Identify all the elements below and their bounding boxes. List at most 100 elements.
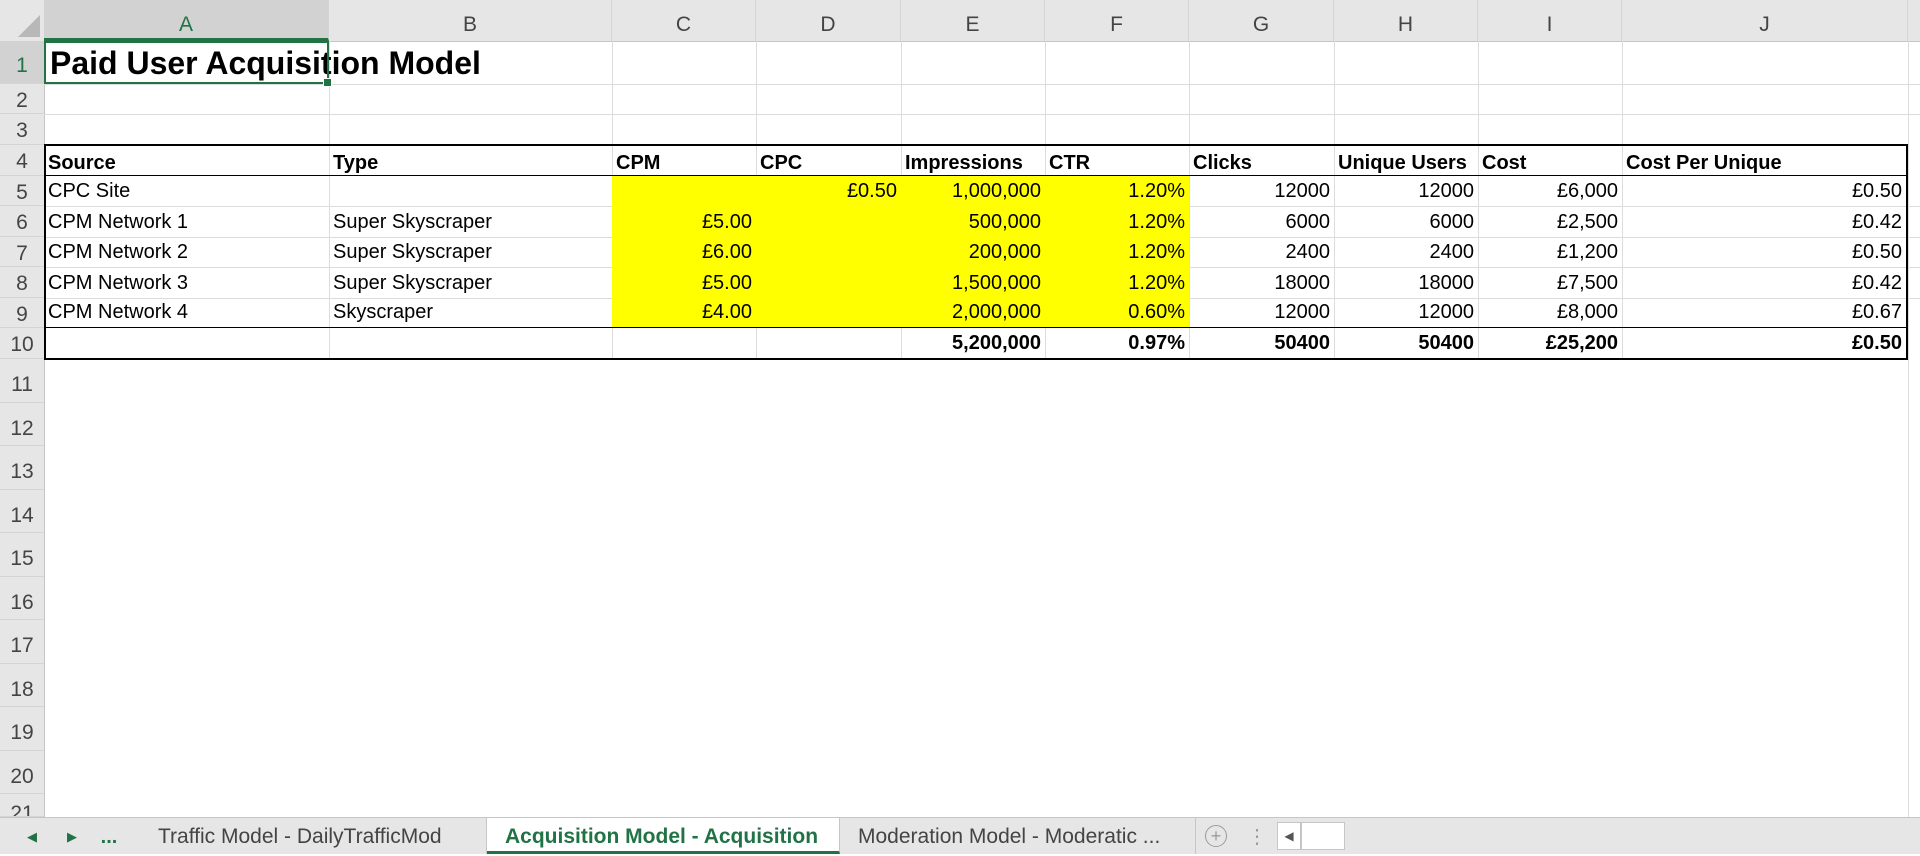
column-header-C[interactable]: C: [612, 0, 756, 41]
row-header-19[interactable]: 19: [0, 707, 44, 751]
cell-ctr[interactable]: 1.20%: [1045, 268, 1189, 298]
row-header-11[interactable]: 11: [0, 359, 44, 403]
header-source[interactable]: Source: [44, 146, 329, 175]
column-header-E[interactable]: E: [901, 0, 1045, 41]
header-type[interactable]: Type: [329, 146, 612, 175]
cell-clicks[interactable]: 12000: [1189, 298, 1334, 327]
row-header-2[interactable]: 2: [0, 84, 44, 114]
cell-ctr[interactable]: 1.20%: [1045, 237, 1189, 267]
cell-cost[interactable]: £7,500: [1478, 268, 1622, 298]
cell-unique-users[interactable]: 2400: [1334, 237, 1478, 267]
cell-type[interactable]: Super Skyscraper: [329, 207, 612, 237]
total-cost-per-unique[interactable]: £0.50: [1622, 328, 1906, 358]
cell-cost-per-unique[interactable]: £0.50: [1622, 176, 1906, 206]
header-cost[interactable]: Cost: [1478, 146, 1622, 175]
more-sheets-button[interactable]: ...: [94, 818, 124, 854]
row-header-7[interactable]: 7: [0, 237, 44, 267]
total-unique-users[interactable]: 50400: [1334, 328, 1478, 358]
row-header-3[interactable]: 3: [0, 114, 44, 145]
row-header-14[interactable]: 14: [0, 490, 44, 533]
row-header-21[interactable]: 21: [0, 794, 44, 817]
scroll-left-icon[interactable]: ◀: [1277, 822, 1301, 850]
worksheet-grid[interactable]: Paid User Acquisition Model Source Type …: [44, 41, 1920, 817]
row-header-17[interactable]: 17: [0, 620, 44, 664]
column-header-F[interactable]: F: [1045, 0, 1189, 41]
cell-unique-users[interactable]: 12000: [1334, 176, 1478, 206]
cell-source[interactable]: CPC Site: [44, 176, 329, 206]
row-header-16[interactable]: 16: [0, 577, 44, 620]
column-header-D[interactable]: D: [756, 0, 901, 41]
row-header-4[interactable]: 4: [0, 145, 44, 176]
column-header-B[interactable]: B: [329, 0, 612, 41]
total-clicks[interactable]: 50400: [1189, 328, 1334, 358]
row-header-12[interactable]: 12: [0, 403, 44, 446]
tab-acquisition-model[interactable]: Acquisition Model - Acquisition: [487, 818, 840, 854]
row-header-5[interactable]: 5: [0, 176, 44, 206]
cell-clicks[interactable]: 18000: [1189, 268, 1334, 298]
cell-cpc[interactable]: [756, 207, 901, 237]
header-cost-per-unique[interactable]: Cost Per Unique: [1622, 146, 1906, 175]
cell-clicks[interactable]: 2400: [1189, 237, 1334, 267]
cell-source[interactable]: CPM Network 3: [44, 268, 329, 298]
cell-clicks[interactable]: 6000: [1189, 207, 1334, 237]
cell-cpm[interactable]: £4.00: [612, 298, 756, 327]
tab-moderation-model[interactable]: Moderation Model - Moderatic ...: [840, 818, 1196, 854]
tab-traffic-model[interactable]: Traffic Model - DailyTrafficMod: [140, 818, 487, 854]
cell-source[interactable]: CPM Network 4: [44, 298, 329, 327]
cell-cost[interactable]: £6,000: [1478, 176, 1622, 206]
cell-type[interactable]: Super Skyscraper: [329, 268, 612, 298]
cell-unique-users[interactable]: 18000: [1334, 268, 1478, 298]
tab-split-handle[interactable]: ⋮: [1247, 824, 1267, 849]
column-header-I[interactable]: I: [1478, 0, 1622, 41]
next-sheet-icon[interactable]: ▶: [58, 818, 86, 854]
cell-impressions[interactable]: 1,500,000: [901, 268, 1045, 298]
column-header-A[interactable]: A: [44, 0, 329, 41]
row-header-8[interactable]: 8: [0, 267, 44, 298]
cell-ctr[interactable]: 1.20%: [1045, 176, 1189, 206]
cell-cost[interactable]: £1,200: [1478, 237, 1622, 267]
cell-impressions[interactable]: 1,000,000: [901, 176, 1045, 206]
cell-type[interactable]: Super Skyscraper: [329, 237, 612, 267]
total-ctr[interactable]: 0.97%: [1045, 328, 1189, 358]
header-cpc[interactable]: CPC: [756, 146, 901, 175]
cell-source[interactable]: CPM Network 2: [44, 237, 329, 267]
cell-source[interactable]: CPM Network 1: [44, 207, 329, 237]
active-cell-selection[interactable]: [44, 41, 332, 87]
horizontal-scrollbar[interactable]: [1301, 822, 1345, 850]
fill-handle[interactable]: [323, 78, 332, 87]
row-header-13[interactable]: 13: [0, 446, 44, 490]
cell-unique-users[interactable]: 12000: [1334, 298, 1478, 327]
cell-cpm[interactable]: £5.00: [612, 207, 756, 237]
select-all-button[interactable]: [0, 0, 45, 41]
plus-circle-icon[interactable]: +: [1205, 825, 1227, 847]
cell-cost-per-unique[interactable]: £0.42: [1622, 268, 1906, 298]
row-header-9[interactable]: 9: [0, 298, 44, 328]
column-header-H[interactable]: H: [1334, 0, 1478, 41]
cell-ctr[interactable]: 0.60%: [1045, 298, 1189, 327]
total-impressions[interactable]: 5,200,000: [901, 328, 1045, 358]
row-header-1[interactable]: 1: [0, 41, 44, 84]
row-header-6[interactable]: 6: [0, 206, 44, 237]
cell-cost[interactable]: £8,000: [1478, 298, 1622, 327]
header-unique-users[interactable]: Unique Users: [1334, 146, 1478, 175]
cell-cost-per-unique[interactable]: £0.50: [1622, 237, 1906, 267]
cell-cost[interactable]: £2,500: [1478, 207, 1622, 237]
cell-type[interactable]: [329, 176, 612, 206]
cell-cpm[interactable]: £6.00: [612, 237, 756, 267]
header-clicks[interactable]: Clicks: [1189, 146, 1334, 175]
cell-cpc[interactable]: £0.50: [756, 176, 901, 206]
header-ctr[interactable]: CTR: [1045, 146, 1189, 175]
prev-sheet-icon[interactable]: ◀: [18, 818, 46, 854]
cell-cost-per-unique[interactable]: £0.67: [1622, 298, 1906, 327]
cell-cost-per-unique[interactable]: £0.42: [1622, 207, 1906, 237]
row-header-15[interactable]: 15: [0, 533, 44, 577]
cell-cpc[interactable]: [756, 268, 901, 298]
cell-clicks[interactable]: 12000: [1189, 176, 1334, 206]
cell-impressions[interactable]: 500,000: [901, 207, 1045, 237]
total-cost[interactable]: £25,200: [1478, 328, 1622, 358]
header-cpm[interactable]: CPM: [612, 146, 756, 175]
cell-cpm[interactable]: [612, 176, 756, 206]
cell-cpc[interactable]: [756, 237, 901, 267]
row-header-18[interactable]: 18: [0, 664, 44, 707]
header-impressions[interactable]: Impressions: [901, 146, 1045, 175]
